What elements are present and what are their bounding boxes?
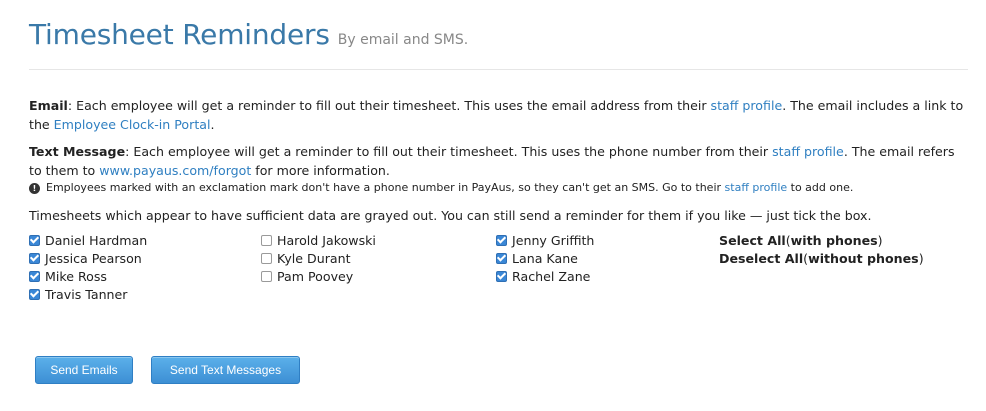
staff-row[interactable]: Kyle Durant	[261, 249, 376, 267]
action-buttons: Send Emails Send Text Messages	[35, 356, 300, 384]
email-text-3: .	[210, 117, 215, 132]
email-description: Email: Each employee will get a reminder…	[29, 96, 968, 134]
staff-row[interactable]: Harold Jakowski	[261, 231, 376, 249]
send-text-messages-button[interactable]: Send Text Messages	[151, 356, 300, 384]
payaus-forgot-link[interactable]: www.payaus.com/forgot	[99, 163, 251, 178]
deselect-all-close-paren: )	[918, 250, 924, 266]
employee-clock-in-portal-link[interactable]: Employee Clock-in Portal	[54, 117, 211, 132]
staff-column-2: Harold Jakowski Kyle Durant Pam Poovey	[261, 231, 376, 285]
email-staff-profile-link[interactable]: staff profile	[711, 98, 783, 113]
note-staff-profile-link[interactable]: staff profile	[725, 181, 788, 194]
page-title: Timesheet Reminders	[29, 18, 330, 51]
sms-staff-profile-link[interactable]: staff profile	[772, 144, 844, 159]
email-label: Email	[29, 98, 68, 113]
staff-checkbox[interactable]	[496, 270, 507, 282]
page-header: Timesheet Reminders By email and SMS.	[29, 0, 968, 52]
staff-name: Kyle Durant	[277, 250, 351, 266]
phone-missing-note: ! Employees marked with an exclamation m…	[29, 181, 968, 195]
staff-row[interactable]: Pam Poovey	[261, 267, 376, 285]
deselect-all-without-phones[interactable]: Deselect All (without phones)	[719, 249, 924, 267]
staff-checkbox[interactable]	[261, 270, 272, 282]
staff-name: Jessica Pearson	[45, 250, 142, 266]
staff-name: Daniel Hardman	[45, 232, 148, 248]
staff-name: Mike Ross	[45, 268, 107, 284]
staff-checkbox[interactable]	[496, 234, 507, 246]
staff-checkbox[interactable]	[261, 234, 272, 246]
staff-name: Pam Poovey	[277, 268, 354, 284]
staff-name: Harold Jakowski	[277, 232, 376, 248]
staff-column-1: Daniel Hardman Jessica Pearson Mike Ross Tr…	[29, 231, 147, 303]
note-text: Employees marked with an exclamation mar…	[46, 181, 725, 194]
selection-shortcuts: Select All (with phones) Deselect All (w…	[719, 231, 924, 267]
grayed-out-explanation: Timesheets which appear to have sufficie…	[29, 208, 872, 223]
sms-text-1: : Each employee will get a reminder to f…	[125, 144, 773, 159]
staff-row[interactable]: Lana Kane	[496, 249, 594, 267]
staff-column-3: Jenny Griffith Lana Kane Rachel Zane	[496, 231, 594, 285]
deselect-all-link[interactable]: Deselect All	[719, 251, 803, 266]
note-text-2: to add one.	[787, 181, 854, 194]
email-text-1: : Each employee will get a reminder to f…	[67, 98, 711, 113]
select-all-close-paren: )	[877, 232, 883, 248]
sms-description: Text Message: Each employee will get a r…	[29, 142, 968, 195]
staff-name: Lana Kane	[512, 250, 578, 266]
staff-row[interactable]: Rachel Zane	[496, 267, 594, 285]
send-emails-button[interactable]: Send Emails	[35, 356, 133, 384]
select-all-with-phones[interactable]: Select All (with phones)	[719, 231, 924, 249]
staff-name: Rachel Zane	[512, 268, 591, 284]
staff-name: Travis Tanner	[45, 286, 128, 302]
staff-row[interactable]: Travis Tanner	[29, 285, 147, 303]
select-all-link[interactable]: Select All	[719, 233, 786, 248]
staff-checkbox[interactable]	[29, 270, 40, 282]
staff-checklist: Daniel Hardman Jessica Pearson Mike Ross Tr…	[29, 231, 968, 317]
select-all-with-phones-text[interactable]: with phones	[791, 233, 878, 248]
timesheet-reminders-page: Timesheet Reminders By email and SMS. Em…	[0, 0, 986, 411]
staff-name: Jenny Griffith	[512, 232, 595, 248]
staff-checkbox[interactable]	[29, 234, 40, 246]
staff-checkbox[interactable]	[29, 288, 40, 300]
staff-checkbox[interactable]	[261, 252, 272, 264]
staff-row[interactable]: Daniel Hardman	[29, 231, 147, 249]
exclamation-icon: !	[29, 182, 40, 194]
deselect-all-without-phones-text[interactable]: without phones	[808, 251, 919, 266]
staff-checkbox[interactable]	[29, 252, 40, 264]
staff-row[interactable]: Mike Ross	[29, 267, 147, 285]
page-subtitle: By email and SMS.	[337, 32, 469, 48]
sms-label: Text Message	[29, 144, 126, 159]
staff-row[interactable]: Jenny Griffith	[496, 231, 594, 249]
sms-text-3: for more information.	[251, 163, 390, 178]
staff-checkbox[interactable]	[496, 252, 507, 264]
staff-row[interactable]: Jessica Pearson	[29, 249, 147, 267]
note-body: Employees marked with an exclamation mar…	[46, 181, 853, 195]
header-divider	[29, 69, 968, 70]
